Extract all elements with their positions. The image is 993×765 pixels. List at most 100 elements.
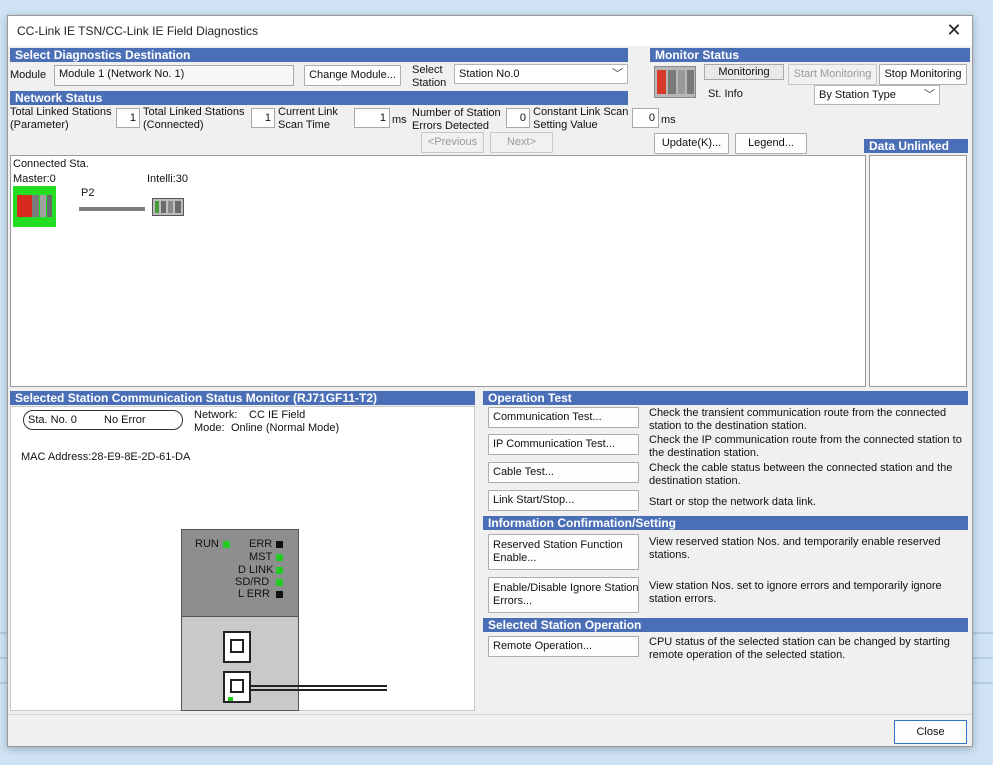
selected-station-panel: Sta. No. 0 No Error Network: CC IE Field… [10, 406, 475, 711]
ethernet-port-1-icon [223, 631, 251, 663]
ignore-station-errors-desc: View station Nos. set to ignore errors a… [649, 580, 942, 605]
chevron-down-icon: ﹀ [924, 89, 935, 101]
module-illustration: RUN ERR MST D LINK SD/RD L ERR [181, 529, 387, 711]
module-label: Module [10, 69, 47, 81]
st-info-label: St. Info [708, 88, 743, 100]
reserved-station-button-line2: Enable... [493, 552, 537, 564]
chevron-down-icon: ﹀ [612, 68, 623, 80]
current-scan-label: Current Link Scan Time [278, 106, 338, 132]
current-scan-line1: Current Link [278, 106, 338, 118]
total-linked-conn-line2: (Connected) [143, 119, 204, 131]
intelli-station-icon[interactable] [152, 198, 184, 216]
monitoring-status-icon [654, 66, 696, 98]
dlink-led [276, 567, 283, 574]
ethernet-port-2-icon [223, 671, 251, 703]
diagnostics-window: CC-Link IE TSN/CC-Link IE Field Diagnost… [7, 15, 973, 747]
station-errors-label: Number of Station Errors Detected [412, 107, 501, 133]
change-module-button[interactable]: Change Module... [304, 65, 401, 86]
ignore-station-errors-button-line1: Enable/Disable Ignore Station [493, 582, 639, 594]
total-linked-param-line2: (Parameter) [10, 119, 69, 131]
remote-operation-desc: CPU status of the selected station can b… [649, 636, 950, 661]
remote-operation-button[interactable]: Remote Operation... [488, 636, 639, 657]
stop-monitoring-button[interactable]: Stop Monitoring [879, 64, 967, 85]
st-info-select-value: By Station Type [819, 89, 896, 101]
select-station-label-line2: Station [412, 77, 447, 89]
network-map[interactable]: Connected Sta. Master:0 Intelli:30 P2 [10, 155, 866, 387]
network-link-line [79, 207, 145, 211]
current-scan-line2: Scan Time [278, 119, 330, 131]
total-linked-conn-line1: Total Linked Stations [143, 106, 245, 118]
selected-station-header: Selected Station Communication Status Mo… [10, 391, 475, 405]
mst-led-label: MST [249, 551, 273, 563]
reserved-station-button-line1: Reserved Station Function [493, 539, 623, 551]
window-title: CC-Link IE TSN/CC-Link IE Field Diagnost… [17, 24, 259, 38]
close-button[interactable]: Close [894, 720, 967, 744]
communication-test-desc: Check the transient communication route … [649, 407, 947, 432]
total-linked-param-value: 1 [116, 108, 140, 128]
title-bar: CC-Link IE TSN/CC-Link IE Field Diagnost… [8, 16, 972, 46]
err-led [276, 541, 283, 548]
mac-address: MAC Address:28-E9-8E-2D-61-DA [21, 451, 191, 463]
station-operation-header: Selected Station Operation [483, 618, 968, 632]
lerr-led-label: L ERR [238, 588, 270, 600]
destination-header: Select Diagnostics Destination [10, 48, 628, 62]
monitoring-status-field: Monitoring [704, 64, 784, 80]
current-scan-unit: ms [392, 114, 407, 126]
data-unlinked-header: Data Unlinked [864, 139, 968, 153]
link-start-stop-button[interactable]: Link Start/Stop... [488, 490, 639, 511]
cable-test-desc: Check the cable status between the conne… [649, 462, 953, 487]
current-scan-value: 1 [354, 108, 390, 128]
legend-button[interactable]: Legend... [735, 133, 807, 154]
select-station-label-line1: Select [412, 64, 443, 76]
info-setting-header: Information Confirmation/Setting [483, 516, 968, 530]
st-info-select[interactable]: By Station Type ﹀ [814, 85, 940, 105]
ip-communication-test-button[interactable]: IP Communication Test... [488, 434, 639, 455]
run-led-label: RUN [195, 538, 219, 550]
select-station-label: Select Station [412, 64, 446, 90]
total-linked-param-label: Total Linked Stations (Parameter) [10, 106, 112, 132]
start-monitoring-button[interactable]: Start Monitoring [788, 64, 877, 85]
total-linked-conn-label: Total Linked Stations (Connected) [143, 106, 245, 132]
ignore-station-errors-button-line2: Errors... [493, 595, 533, 607]
operation-test-header: Operation Test [483, 391, 968, 405]
ignore-station-errors-button[interactable]: Enable/Disable Ignore Station Errors... [488, 577, 639, 613]
master-station-label: Master:0 [13, 173, 56, 185]
constant-scan-line2: Setting Value [533, 119, 598, 131]
footer-divider [8, 714, 972, 715]
close-window-icon[interactable]: ✕ [940, 17, 968, 43]
total-linked-param-line1: Total Linked Stations [10, 106, 112, 118]
err-led-label: ERR [249, 538, 273, 550]
next-button[interactable]: Next> [490, 132, 553, 153]
network-label: Network: [194, 409, 238, 421]
data-unlinked-list[interactable] [869, 155, 967, 387]
total-linked-conn-value: 1 [251, 108, 275, 128]
master-station-icon[interactable] [13, 186, 56, 227]
station-errors-line2: Errors Detected [412, 120, 490, 132]
lerr-led [276, 591, 283, 598]
constant-scan-line1: Constant Link Scan [533, 106, 629, 118]
communication-test-button[interactable]: Communication Test... [488, 407, 639, 428]
reserved-station-desc: View reserved station Nos. and temporari… [649, 536, 941, 561]
sdrd-led [276, 579, 283, 586]
station-select[interactable]: Station No.0 ﹀ [454, 64, 628, 84]
update-button[interactable]: Update(K)... [654, 133, 729, 154]
network-value: CC IE Field [249, 409, 306, 421]
ip-communication-test-desc: Check the IP communication route from th… [649, 434, 962, 459]
previous-button[interactable]: <Previous [421, 132, 484, 153]
intelli-station-label: Intelli:30 [147, 173, 188, 185]
mst-led [276, 554, 283, 561]
constant-scan-label: Constant Link Scan Setting Value [533, 106, 628, 132]
monitor-status-header: Monitor Status [650, 48, 970, 62]
constant-scan-unit: ms [661, 114, 676, 126]
link-start-stop-desc: Start or stop the network data link. [649, 496, 816, 508]
mode-value: Online (Normal Mode) [231, 422, 340, 434]
connected-station-label: Connected Sta. [13, 158, 89, 170]
station-status-pill: Sta. No. 0 No Error [23, 410, 183, 430]
module-field: Module 1 (Network No. 1) [54, 65, 294, 86]
cable-test-button[interactable]: Cable Test... [488, 462, 639, 483]
reserved-station-button[interactable]: Reserved Station Function Enable... [488, 534, 639, 570]
constant-scan-value: 0 [632, 108, 659, 128]
ethernet-cable [251, 685, 387, 691]
sta-no-label: Sta. No. 0 [28, 414, 77, 426]
station-errors-line1: Number of Station [412, 107, 501, 119]
